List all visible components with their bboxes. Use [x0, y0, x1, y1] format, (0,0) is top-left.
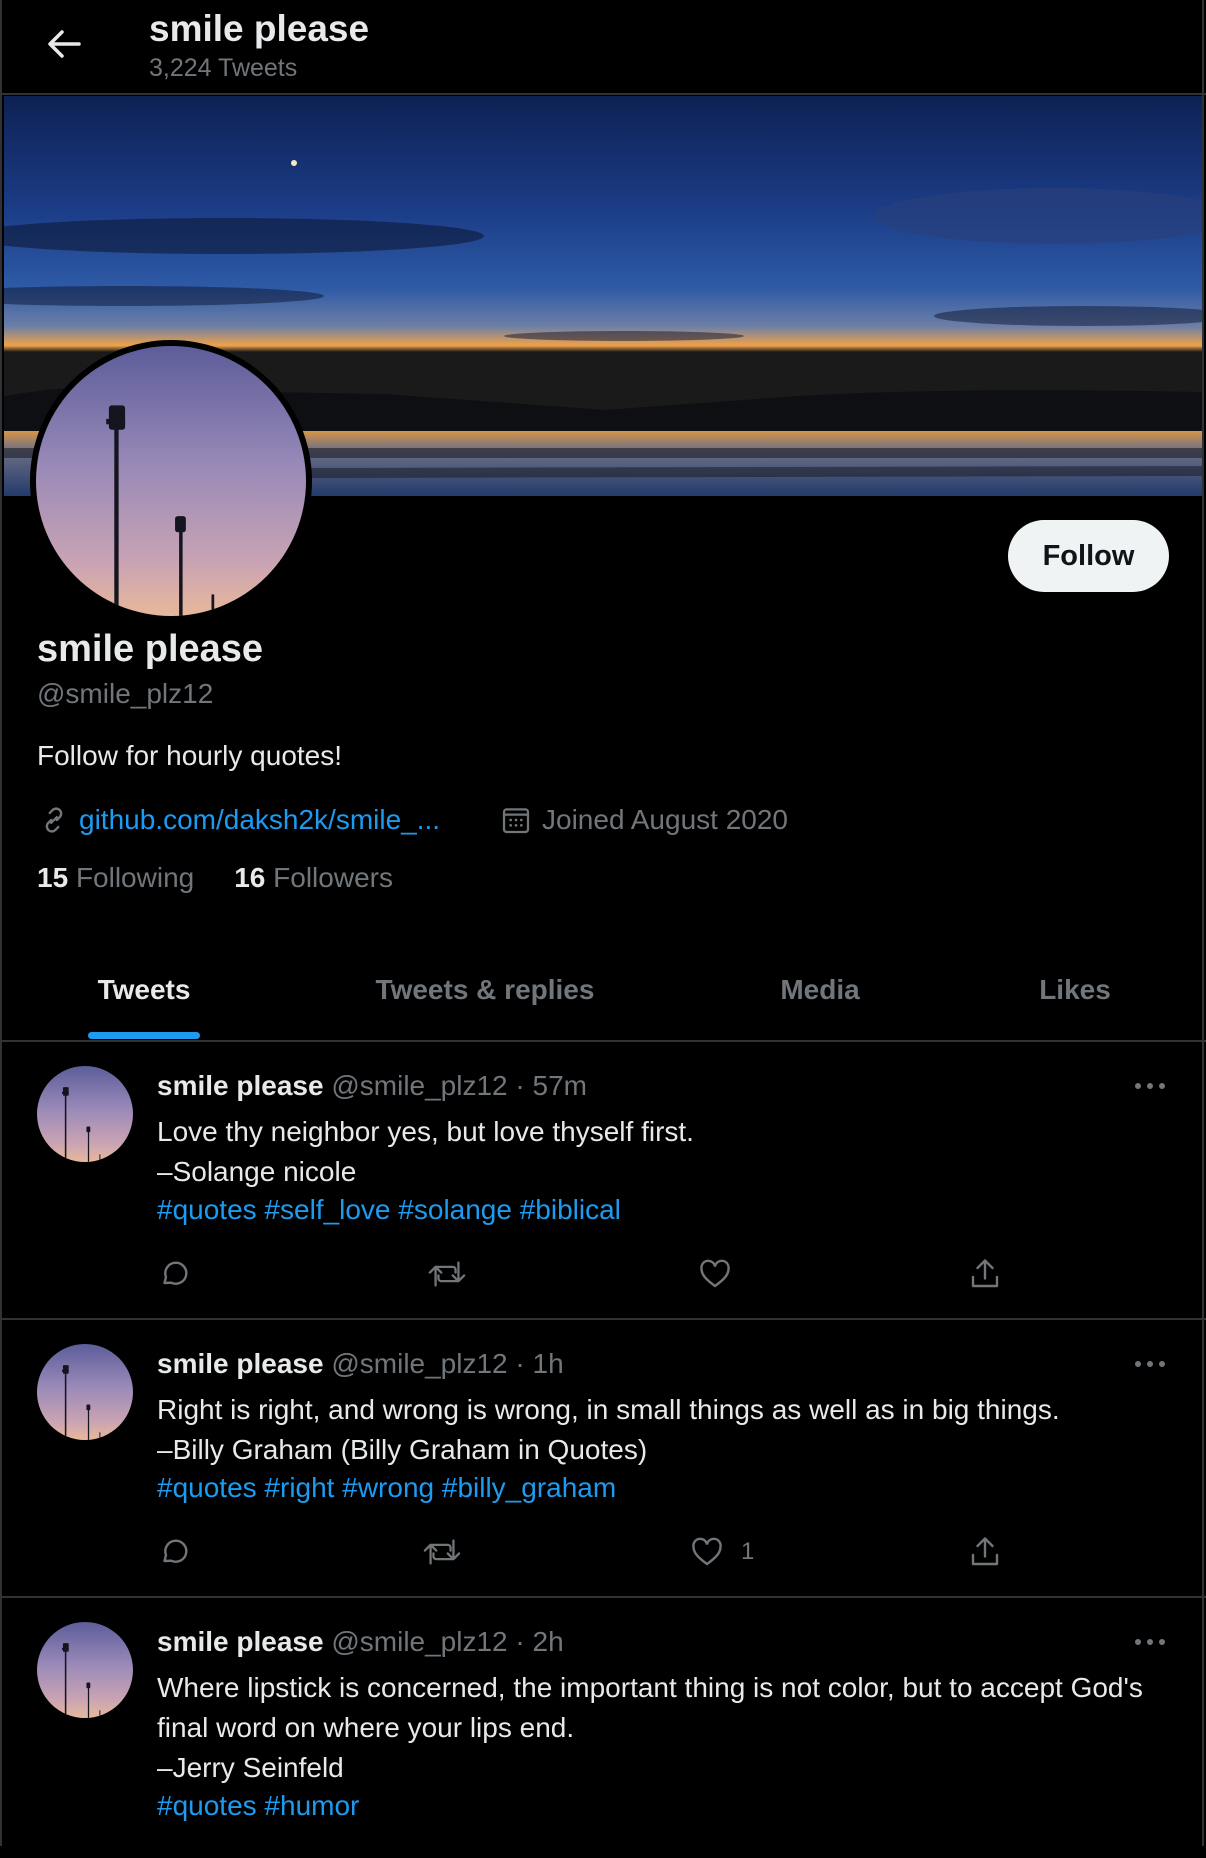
like-count: 1 [741, 1538, 755, 1565]
tweet-meta: @smile_plz12 · 1h [331, 1348, 564, 1379]
tweet[interactable]: smile please @smile_plz12 · 1h Right is … [0, 1320, 1206, 1598]
reply-icon [163, 1539, 188, 1563]
following-count: 15 [37, 862, 69, 893]
tab-likes[interactable]: Likes [1000, 940, 1150, 1040]
tweet-text: Where lipstick is concerned, the importa… [157, 1668, 1167, 1788]
tweet-author-name[interactable]: smile please [157, 1348, 324, 1379]
tweet-header: smile please @smile_plz12 · 57m [157, 1070, 587, 1102]
more-icon [1135, 1083, 1165, 1089]
tweet-text: Right is right, and wrong is wrong, in s… [157, 1390, 1167, 1470]
like-button[interactable]: 1 [689, 1532, 754, 1572]
tweet-more-button[interactable] [1130, 1072, 1170, 1100]
tweet-line: –Jerry Seinfeld [157, 1752, 344, 1783]
followers-link[interactable]: 16 Followers [234, 862, 393, 894]
calendar-icon [502, 808, 530, 834]
following-link[interactable]: 15 Following [37, 862, 194, 894]
followers-label: Followers [273, 862, 393, 893]
back-button[interactable] [40, 22, 88, 66]
profile-tabs: Tweets Tweets & replies Media Likes [0, 940, 1206, 1042]
like-button[interactable] [697, 1254, 749, 1294]
more-icon [1135, 1639, 1165, 1645]
tweet-avatar[interactable] [37, 1344, 133, 1440]
tab-media[interactable]: Media [740, 940, 900, 1040]
header-tweet-count: 3,224 Tweets [149, 54, 298, 82]
hashtag[interactable]: #solange [398, 1194, 512, 1225]
profile-bio: Follow for hourly quotes! [37, 740, 343, 771]
tab-tweets-replies[interactable]: Tweets & replies [340, 940, 630, 1040]
follow-counts: 15 Following 16 Followers [37, 862, 393, 894]
profile-name: smile please [37, 628, 264, 670]
tweet-more-button[interactable] [1130, 1350, 1170, 1378]
share-button[interactable] [967, 1254, 1003, 1294]
hashtag[interactable]: #quotes [157, 1472, 257, 1503]
header-title: smile please [149, 8, 370, 49]
tweet-hashtags: #quotes #self_love #solange #biblical [157, 1194, 621, 1226]
tweet-author-name[interactable]: smile please [157, 1070, 324, 1101]
tweet-hashtags: #quotes #right #wrong #billy_graham [157, 1472, 616, 1504]
tweet-line: –Billy Graham (Billy Graham in Quotes) [157, 1434, 648, 1465]
share-icon [971, 1259, 999, 1288]
tweet-text: Love thy neighbor yes, but love thyself … [157, 1112, 1167, 1192]
tweet-line: Love thy neighbor yes, but love thyself … [157, 1116, 694, 1147]
followers-count: 16 [234, 862, 266, 893]
reply-button[interactable] [157, 1254, 193, 1294]
tab-tweets[interactable]: Tweets [40, 940, 248, 1040]
retweet-button[interactable] [427, 1254, 467, 1294]
tweet[interactable]: smile please @smile_plz12 · 2h Where lip… [0, 1598, 1206, 1858]
tweet-more-button[interactable] [1130, 1628, 1170, 1656]
tweet-meta: @smile_plz12 · 2h [331, 1626, 564, 1657]
tweet[interactable]: smile please @smile_plz12 · 57m Love thy… [0, 1042, 1206, 1320]
profile-link[interactable]: github.com/daksh2k/smile_... [37, 800, 440, 840]
heart-icon [692, 1537, 722, 1566]
retweet-button[interactable] [422, 1532, 462, 1572]
tweet-author-name[interactable]: smile please [157, 1626, 324, 1657]
tweet-meta: @smile_plz12 · 57m [331, 1070, 587, 1101]
active-tab-indicator [88, 1032, 200, 1039]
tweet-actions: 1 [157, 1532, 1057, 1572]
tweet-header: smile please @smile_plz12 · 2h [157, 1626, 564, 1658]
joined-text: Joined August 2020 [542, 804, 788, 835]
profile-avatar[interactable] [30, 340, 312, 622]
tweet-header: smile please @smile_plz12 · 1h [157, 1348, 564, 1380]
top-header: smile please 3,224 Tweets [0, 0, 1206, 95]
hashtag[interactable]: #self_love [264, 1194, 390, 1225]
heart-icon [700, 1259, 730, 1288]
tweet-hashtags: #quotes #humor [157, 1790, 359, 1822]
following-label: Following [75, 862, 195, 893]
arrow-left-icon [48, 30, 81, 58]
tweet-avatar[interactable] [37, 1066, 133, 1162]
hashtag[interactable]: #quotes [157, 1790, 257, 1821]
hashtag[interactable]: #wrong [342, 1472, 434, 1503]
reply-button[interactable] [157, 1532, 193, 1572]
more-icon [1135, 1361, 1165, 1367]
tweet-avatar[interactable] [37, 1622, 133, 1718]
hashtag[interactable]: #right [264, 1472, 334, 1503]
tweet-actions [157, 1254, 1057, 1294]
hashtag[interactable]: #quotes [157, 1194, 257, 1225]
hashtag[interactable]: #billy_graham [442, 1472, 616, 1503]
profile-link-text[interactable]: github.com/daksh2k/smile_... [79, 804, 440, 836]
profile-joined: Joined August 2020 [500, 800, 788, 840]
share-button[interactable] [967, 1532, 1003, 1572]
profile-handle: @smile_plz12 [37, 678, 214, 709]
hashtag[interactable]: #biblical [520, 1194, 621, 1225]
link-icon [45, 807, 63, 833]
reply-icon [163, 1261, 188, 1285]
share-icon [971, 1537, 999, 1566]
tweet-line: –Solange nicole [157, 1156, 357, 1187]
retweet-icon [423, 1539, 461, 1565]
follow-button[interactable]: Follow [1008, 520, 1169, 592]
retweet-icon [428, 1261, 466, 1287]
hashtag[interactable]: #humor [264, 1790, 359, 1821]
tweet-line: Where lipstick is concerned, the importa… [157, 1672, 1143, 1743]
tweet-line: Right is right, and wrong is wrong, in s… [157, 1394, 1060, 1425]
